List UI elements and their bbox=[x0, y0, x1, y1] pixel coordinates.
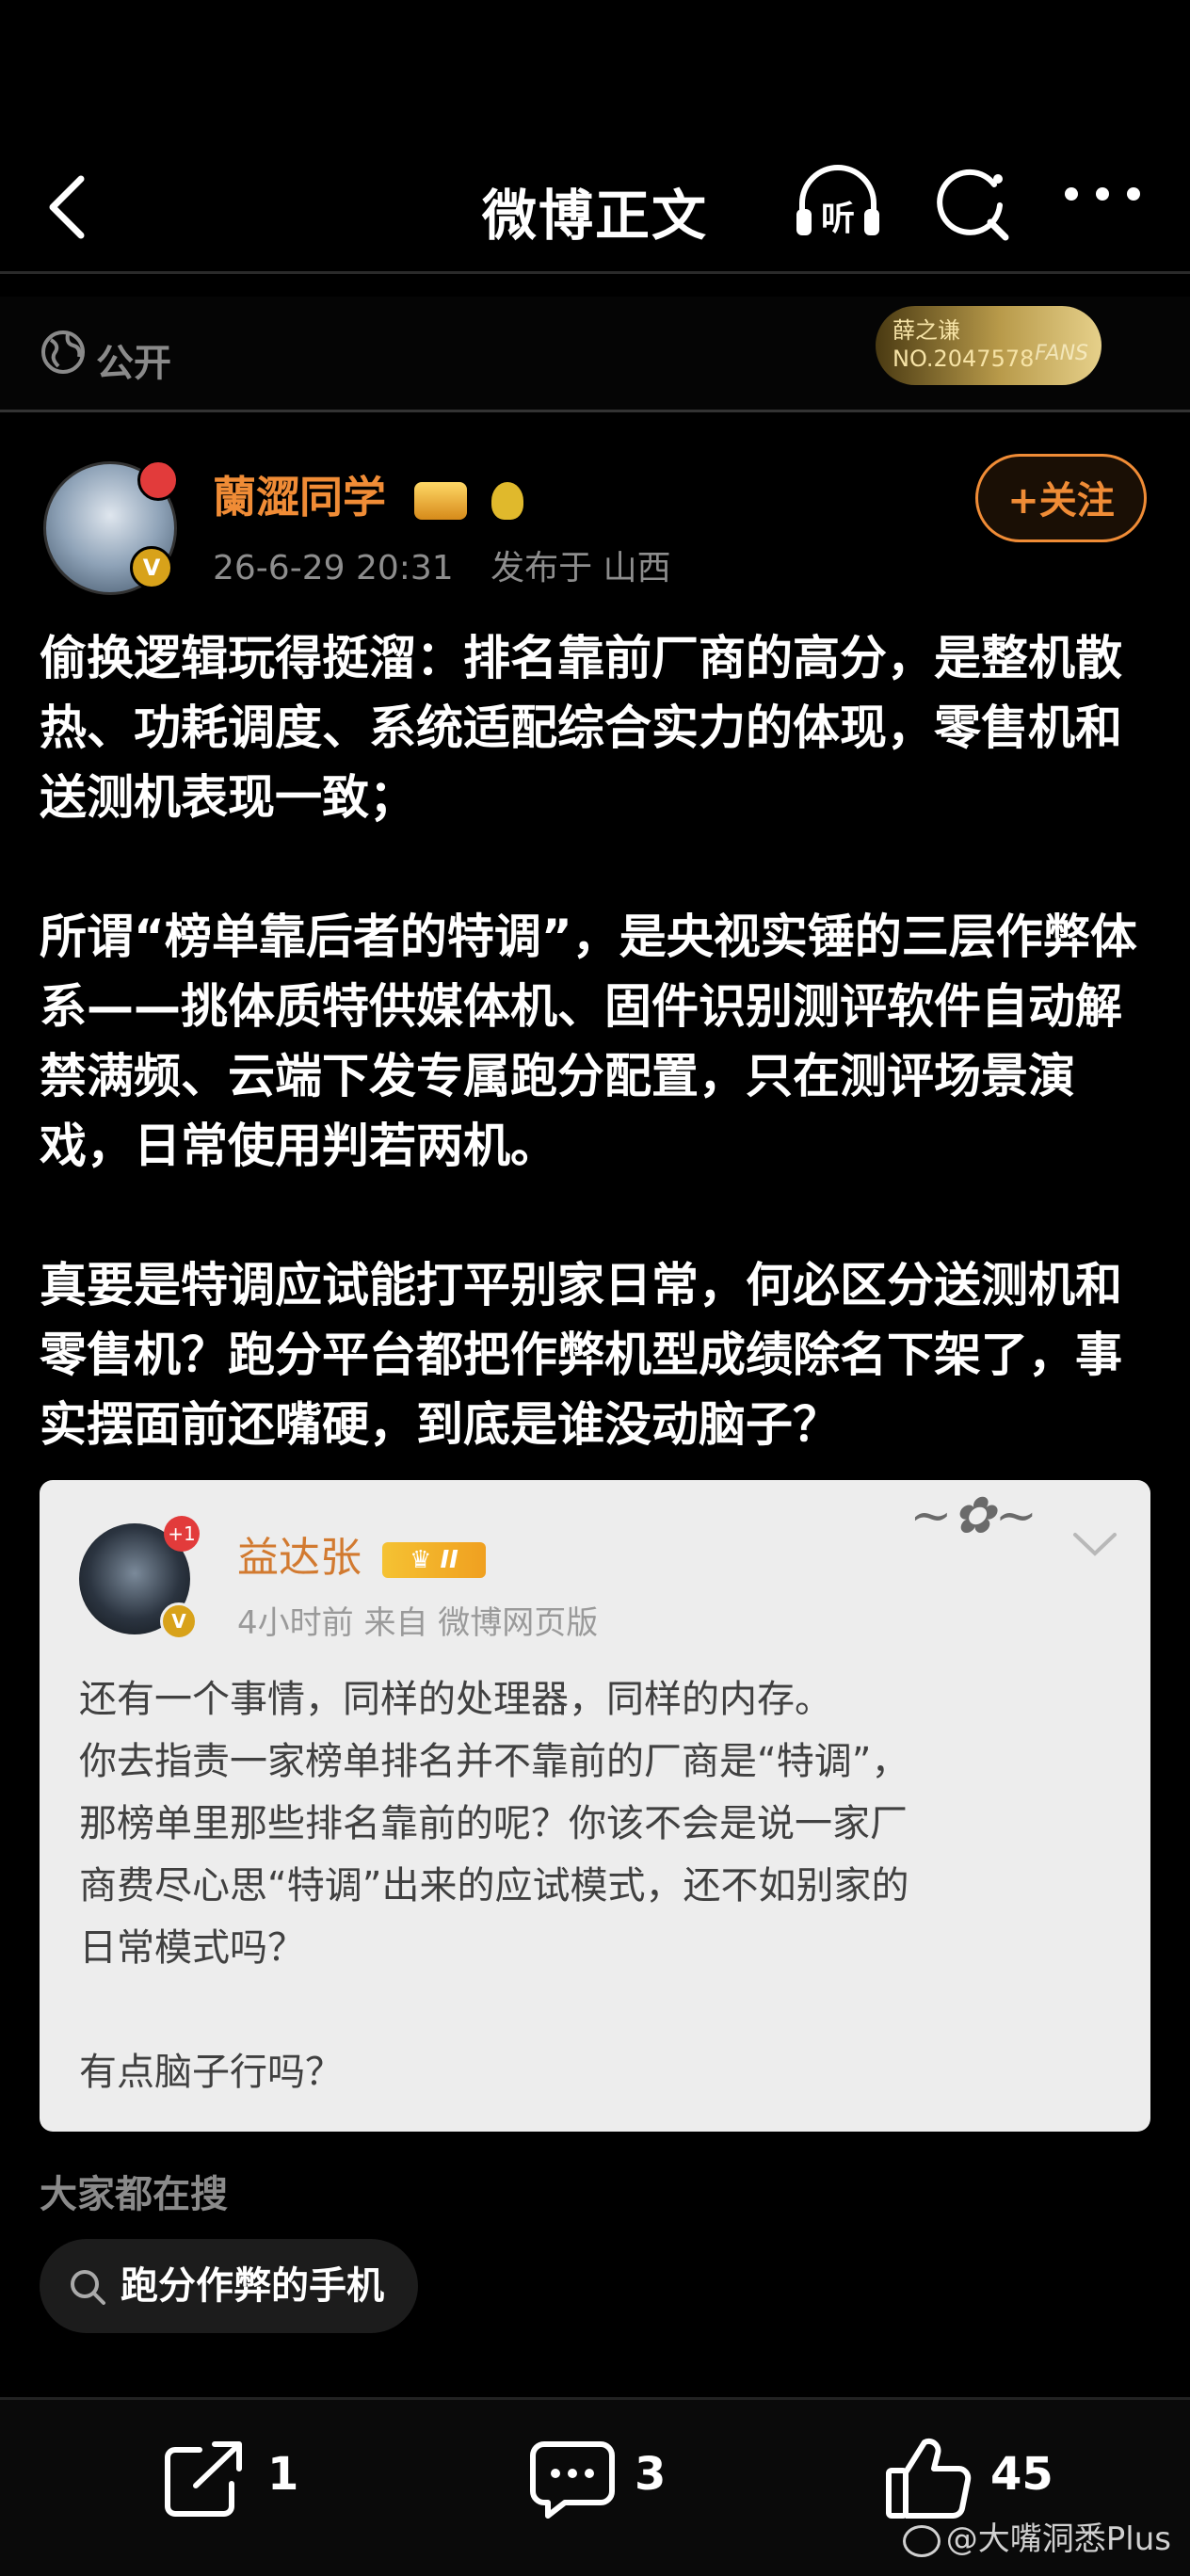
verified-badge-icon: V bbox=[130, 546, 173, 589]
quoted-line: 有点脑子行吗？ bbox=[79, 2051, 343, 2094]
post-paragraph: 偷换逻辑玩得挺溜：排名靠前厂商的高分，是整机散热、功耗调度、系统适配综合实力的体… bbox=[40, 631, 1122, 825]
listen-label: 听 bbox=[821, 200, 855, 238]
bottom-action-bar: 1 3 45 @大嘴洞悉Plus bbox=[0, 2397, 1190, 2576]
quoted-text: 还有一个事情，同样的处理器，同样的内存。 你去指责一家榜单排名并不靠前的厂商是“… bbox=[79, 1668, 1124, 2103]
visibility-bar: 公开 薛之谦 NO.2047578 FANS bbox=[0, 297, 1190, 410]
post-paragraph: 真要是特调应试能打平别家日常，何必区分送测机和零售机？跑分平台都把作弊机型成绩除… bbox=[40, 1258, 1122, 1452]
comment-button[interactable]: 3 bbox=[529, 2439, 680, 2523]
comment-icon bbox=[530, 2441, 615, 2519]
quoted-line: 那榜单里那些排名靠前的呢？你该不会是说一家厂 bbox=[79, 1802, 908, 1845]
post-paragraph: 所谓“榜单靠后者的特调”，是央视实锤的三层作弊体系——挑体质特供媒体机、固件识别… bbox=[40, 910, 1137, 1173]
section-divider bbox=[0, 410, 1190, 412]
fan-badge-name: 薛之谦 bbox=[892, 317, 960, 344]
share-icon bbox=[165, 2441, 242, 2517]
author-name[interactable]: 蘭澀同学 bbox=[213, 463, 524, 525]
top-bar: 微博正文 听 bbox=[0, 141, 1190, 268]
quoted-line: 你去指责一家榜单排名并不靠前的厂商是“特调”， bbox=[79, 1740, 909, 1783]
fan-badge: 薛之谦 NO.2047578 FANS bbox=[876, 306, 1102, 385]
quoted-count-badge: +1 bbox=[164, 1516, 200, 1552]
quoted-comment-card[interactable]: ~✿~ +1 V 益达张 ♛ II 4小时前 来自 微博网页版 还有一个事情，同… bbox=[40, 1480, 1150, 2132]
quoted-author-name: 益达张 bbox=[237, 1534, 362, 1582]
search-chip[interactable]: 跑分作弊的手机 bbox=[40, 2239, 418, 2333]
vip-level-badge-icon: ♛ II bbox=[382, 1542, 486, 1578]
quoted-author[interactable]: 益达张 ♛ II bbox=[237, 1523, 486, 1584]
watermark-text: @大嘴洞悉Plus bbox=[945, 2520, 1171, 2558]
share-count: 1 bbox=[267, 2448, 299, 2501]
decorative-watermark: ~✿~ bbox=[909, 1486, 1037, 1545]
post-meta: 26-6-29 20:31 发布于 山西 bbox=[213, 540, 671, 589]
quoted-line: 商费尽心思“特调”出来的应试模式，还不如别家的 bbox=[79, 1864, 909, 1908]
thumbs-up-icon bbox=[886, 2438, 972, 2519]
chevron-down-icon[interactable] bbox=[1071, 1531, 1118, 1559]
post-location: 发布于 山西 bbox=[490, 549, 671, 588]
quoted-meta: 4小时前 来自 微博网页版 bbox=[237, 1604, 599, 1642]
comment-count: 3 bbox=[635, 2448, 667, 2501]
like-button[interactable]: 45 bbox=[885, 2435, 1073, 2523]
weibo-logo-icon bbox=[902, 2524, 941, 2557]
post-timestamp: 26-6-29 20:31 bbox=[213, 549, 454, 588]
trending-search-title: 大家都在搜 bbox=[40, 2173, 228, 2216]
fan-badge-tag: FANS bbox=[1035, 342, 1088, 365]
search-icon[interactable] bbox=[932, 160, 1017, 249]
quoted-line: 日常模式吗？ bbox=[79, 1926, 305, 1970]
quoted-line: 还有一个事情，同样的处理器，同样的内存。 bbox=[79, 1678, 832, 1721]
fan-badge-number: NO.2047578 bbox=[892, 346, 1035, 372]
header-divider bbox=[0, 271, 1190, 274]
share-button[interactable]: 1 bbox=[162, 2439, 313, 2523]
flower-badge-icon bbox=[491, 481, 524, 520]
crown-badge-icon bbox=[414, 481, 468, 520]
globe-icon bbox=[41, 330, 85, 374]
more-icon[interactable] bbox=[1060, 185, 1145, 207]
watermark: @大嘴洞悉Plus bbox=[902, 2513, 1171, 2559]
notification-dot bbox=[137, 459, 179, 501]
search-chip-label: 跑分作弊的手机 bbox=[121, 2264, 384, 2308]
visibility-label: 公开 bbox=[96, 342, 171, 385]
post-body: 偷换逻辑玩得挺溜：排名靠前厂商的高分，是整机散热、功耗调度、系统适配综合实力的体… bbox=[40, 623, 1160, 1459]
author-name-text: 蘭澀同学 bbox=[213, 472, 386, 523]
like-count: 45 bbox=[990, 2448, 1053, 2501]
quoted-line bbox=[79, 1979, 1124, 2041]
verified-badge-icon: V bbox=[160, 1602, 198, 1640]
search-icon bbox=[71, 2270, 105, 2305]
follow-button[interactable]: +关注 bbox=[975, 454, 1147, 542]
listen-icon[interactable]: 听 bbox=[791, 160, 885, 249]
bottom-divider bbox=[0, 2397, 1190, 2400]
